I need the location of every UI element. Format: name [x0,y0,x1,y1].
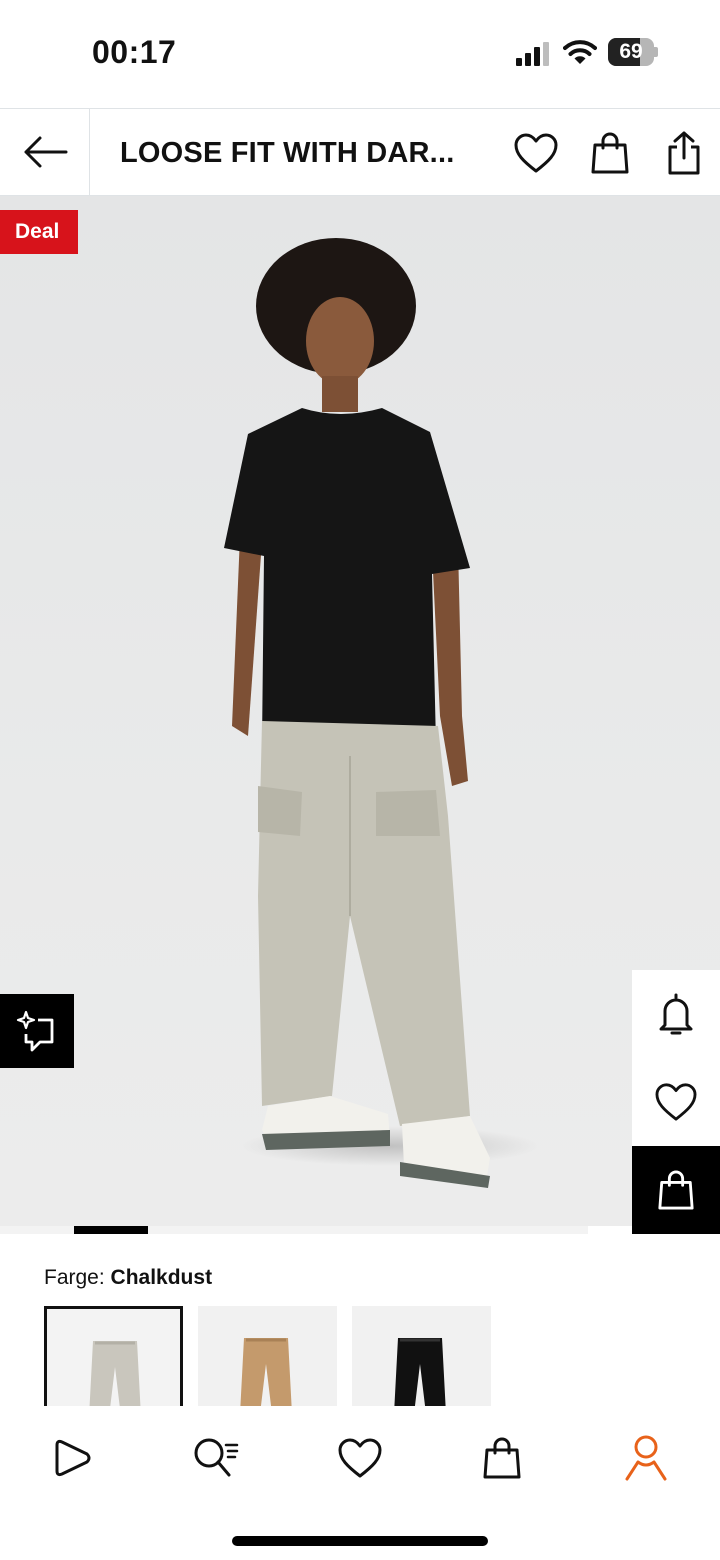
heart-icon [514,133,558,173]
color-label-prefix: Farge: [44,1266,105,1289]
nav-profile[interactable] [616,1428,676,1488]
color-label: Farge: Chalkdust [44,1266,212,1290]
search-list-icon [194,1438,239,1477]
pants-thumbnail [394,1338,446,1408]
share-button[interactable] [660,129,708,177]
nav-wishlist[interactable] [330,1428,390,1488]
cart-header-button[interactable] [586,129,634,177]
ar-try-on-button[interactable] [0,994,74,1068]
home-icon [55,1439,91,1477]
wishlist-icon [338,1438,382,1478]
color-swatch-tan[interactable] [198,1306,337,1408]
heart-icon [655,1083,697,1121]
battery-icon: 69 [608,38,658,66]
price-alert-button[interactable] [632,970,720,1058]
bottom-navigation [0,1406,720,1560]
product-image[interactable]: Deal [0,196,720,1226]
status-time: 00:17 [92,34,177,70]
pants-thumbnail [240,1338,292,1408]
page-title: LOOSE FIT WITH DAR... [120,137,455,169]
carousel-indicator-active [74,1226,148,1234]
cart-icon [483,1437,521,1479]
add-to-cart-button[interactable] [632,1146,720,1234]
shopping-bag-icon [658,1170,694,1210]
wishlist-header-button[interactable] [512,129,560,177]
share-icon [668,131,700,175]
status-bar: 00:17 69 [0,0,720,108]
pants-thumbnail [89,1341,141,1408]
nav-cart[interactable] [472,1428,532,1488]
color-swatch-black[interactable] [352,1306,491,1408]
battery-level: 69 [619,40,643,63]
wishlist-side-button[interactable] [632,1058,720,1146]
back-button[interactable] [0,109,90,195]
selected-color-name: Chalkdust [110,1266,213,1289]
product-header: LOOSE FIT WITH DAR... [0,108,720,196]
signal-icon [516,40,552,66]
side-action-bar [632,970,720,1234]
nav-home[interactable] [42,1428,102,1488]
bell-icon [659,993,693,1035]
home-indicator [232,1536,488,1546]
nav-search[interactable] [186,1428,246,1488]
deal-badge: Deal [0,210,78,254]
product-photo-model [224,238,490,1188]
ar-try-on-icon [16,1010,54,1052]
color-swatch-chalkdust[interactable] [44,1306,183,1408]
wifi-icon [563,38,597,71]
shopping-bag-icon [591,132,629,174]
back-arrow-icon [24,136,67,168]
profile-icon [625,1435,667,1481]
